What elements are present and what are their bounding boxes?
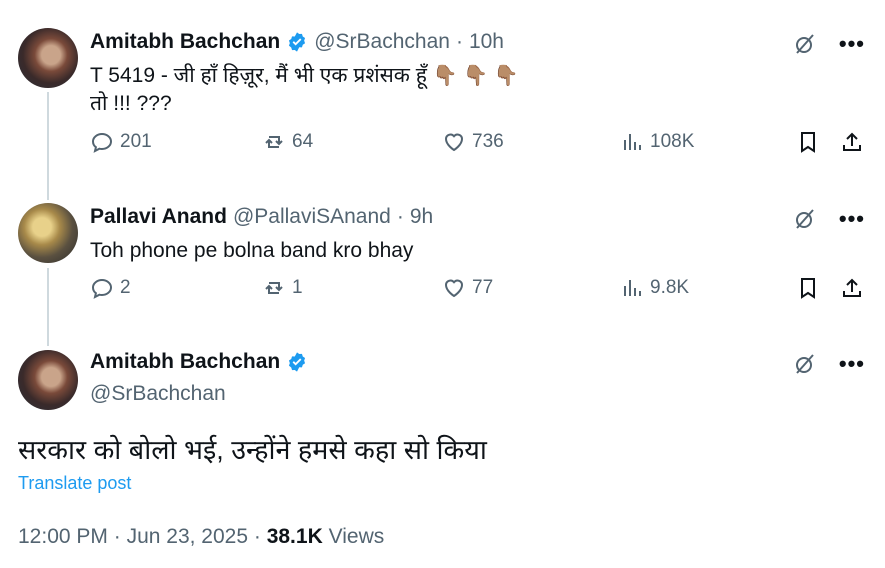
- views-button[interactable]: 108K: [620, 130, 694, 154]
- reply-icon: [91, 132, 113, 153]
- author-handle[interactable]: @SrBachchan: [90, 382, 226, 406]
- views-button[interactable]: 9.8K: [620, 276, 689, 300]
- thread-connector: [47, 92, 49, 200]
- more-options-icon[interactable]: •••: [839, 208, 865, 230]
- share-icon: [843, 278, 861, 297]
- reply-count: 2: [120, 277, 131, 298]
- grok-icon[interactable]: [793, 352, 817, 376]
- like-button[interactable]: 736: [442, 130, 504, 154]
- bookmark-icon: [801, 278, 815, 299]
- avatar[interactable]: [18, 203, 78, 263]
- heart-icon: [444, 279, 464, 298]
- repost-button[interactable]: 64: [262, 130, 313, 154]
- avatar[interactable]: [18, 28, 78, 88]
- analytics-icon: [624, 280, 641, 296]
- separator-dot: ·: [455, 30, 463, 53]
- heart-icon: [444, 133, 464, 152]
- avatar[interactable]: [18, 350, 78, 410]
- handle-row: @SrBachchan: [90, 382, 226, 406]
- reply-button[interactable]: 201: [90, 130, 152, 154]
- author-handle[interactable]: @PallaviSAnand: [233, 205, 391, 229]
- repost-button[interactable]: 1: [262, 276, 303, 300]
- tweet-header: Pallavi Anand @PallaviSAnand · 9h: [90, 205, 433, 229]
- main-tweet-text: सरकार को बोलो भई, उन्होंने हमसे कहा सो क…: [18, 435, 487, 465]
- views-count: 38.1K: [266, 525, 323, 548]
- more-options-icon[interactable]: •••: [839, 353, 865, 375]
- like-button[interactable]: 77: [442, 276, 493, 300]
- bookmark-button[interactable]: [796, 276, 820, 300]
- reply-button[interactable]: 2: [90, 276, 131, 300]
- analytics-icon: [624, 134, 641, 150]
- reply-count: 201: [120, 131, 152, 152]
- separator-dot: ·: [253, 525, 261, 548]
- grok-icon[interactable]: [793, 207, 817, 231]
- share-icon: [843, 132, 861, 151]
- more-options-icon[interactable]: •••: [839, 33, 865, 55]
- tweet-header: Amitabh Bachchan @SrBachchan · 10h: [90, 30, 504, 54]
- reply-icon: [91, 278, 113, 299]
- post-date[interactable]: Jun 23, 2025: [127, 525, 248, 548]
- share-button[interactable]: [840, 130, 864, 154]
- separator-dot: ·: [396, 205, 404, 228]
- tweet-menu: •••: [793, 207, 865, 231]
- tweet-text: Toh phone pe bolna band kro bhay: [90, 239, 414, 262]
- timestamp[interactable]: 10h: [469, 30, 504, 54]
- repost-count: 1: [292, 277, 303, 298]
- verified-badge-icon: [289, 32, 306, 52]
- verified-badge-icon: [289, 352, 306, 372]
- tweet-text-line-2: तो !!! ???: [90, 92, 172, 115]
- grok-icon[interactable]: [793, 32, 817, 56]
- tweet-text-line-1: T 5419 - जी हाँ हिज़ूर, मैं भी एक प्रशंस…: [90, 64, 427, 87]
- separator-dot: ·: [113, 525, 121, 548]
- view-count: 108K: [650, 131, 695, 152]
- timestamp[interactable]: 9h: [410, 205, 433, 229]
- thread-connector: [47, 268, 49, 346]
- repost-icon: [265, 282, 283, 294]
- post-time[interactable]: 12:00 PM: [18, 525, 108, 548]
- emoji-pointing-down: 👇🏽 👇🏽 👇🏽: [432, 65, 519, 87]
- repost-icon: [265, 136, 283, 148]
- bookmark-button[interactable]: [796, 130, 820, 154]
- tweet-text: T 5419 - जी हाँ हिज़ूर, मैं भी एक प्रशंस…: [90, 62, 519, 118]
- author-name[interactable]: Amitabh Bachchan: [90, 350, 280, 374]
- author-name[interactable]: Pallavi Anand: [90, 205, 227, 229]
- translate-post-link[interactable]: Translate post: [18, 473, 131, 494]
- tweet-meta: 12:00 PM · Jun 23, 2025 · 38.1K Views: [18, 525, 384, 549]
- repost-count: 64: [292, 131, 314, 152]
- tweet-menu: •••: [793, 32, 865, 56]
- share-button[interactable]: [840, 276, 864, 300]
- bookmark-icon: [801, 132, 815, 153]
- views-label: Views: [328, 525, 385, 548]
- like-count: 736: [472, 131, 504, 152]
- author-handle[interactable]: @SrBachchan: [314, 30, 450, 54]
- author-name[interactable]: Amitabh Bachchan: [90, 30, 280, 54]
- view-count: 9.8K: [650, 277, 690, 298]
- like-count: 77: [472, 277, 494, 298]
- tweet-header: Amitabh Bachchan: [90, 350, 314, 374]
- tweet-menu: •••: [793, 352, 865, 376]
